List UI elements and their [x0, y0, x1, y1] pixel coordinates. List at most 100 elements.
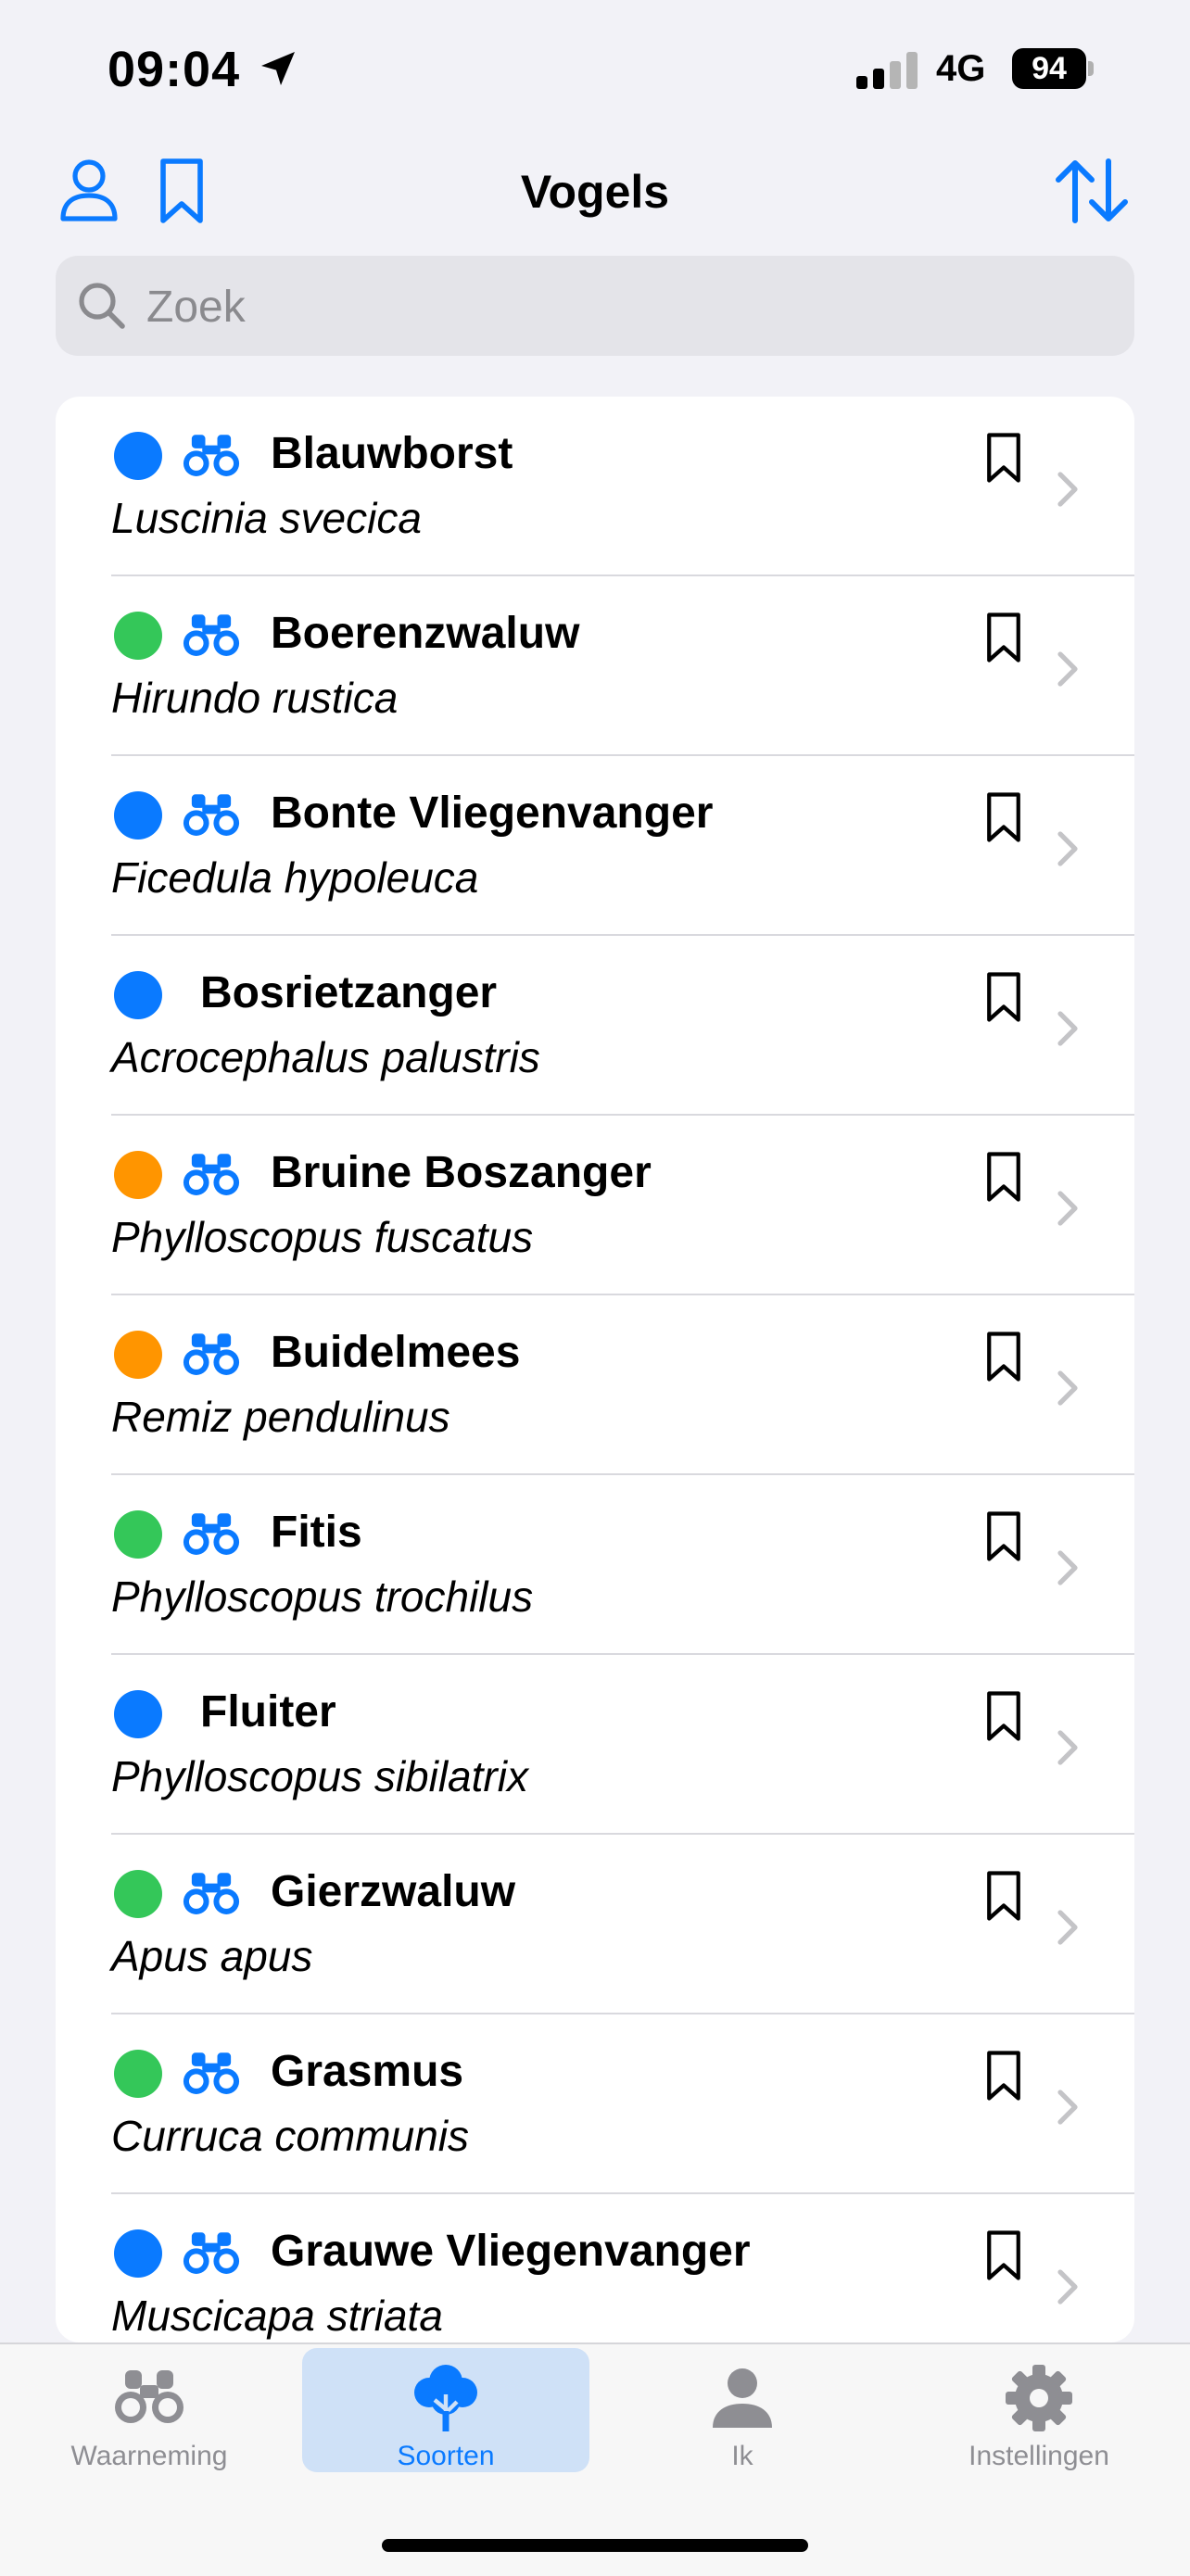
tab-label: Waarneming [70, 2441, 228, 2471]
chevron-right-icon [1057, 1730, 1078, 1765]
species-common-name: Grasmus [271, 2047, 464, 2096]
status-dot [114, 1331, 162, 1379]
bookmark-icon[interactable] [984, 1870, 1023, 1922]
species-row[interactable]: Fitis Phylloscopus trochilus [56, 1475, 1134, 1655]
bookmark-icon[interactable] [984, 432, 1023, 484]
search-bar[interactable] [56, 256, 1134, 356]
binoculars-icon [183, 435, 240, 476]
species-row[interactable]: Bosrietzanger Acrocephalus palustris [56, 936, 1134, 1116]
binoculars-icon [183, 2052, 240, 2094]
tab-label: Ik [731, 2441, 753, 2471]
tab-soorten[interactable]: Soorten [302, 2348, 589, 2472]
binoculars-icon [115, 2370, 184, 2423]
species-row[interactable]: Blauwborst Luscinia svecica [56, 397, 1134, 576]
species-scientific-name: Remiz pendulinus [111, 1393, 450, 1441]
status-dot [114, 1690, 162, 1738]
tab-label: Instellingen [968, 2441, 1109, 2471]
gear-icon [1006, 2365, 1072, 2431]
binoculars-icon [183, 1513, 240, 1555]
status-dot [114, 2050, 162, 2098]
bookmark-icon[interactable] [984, 1690, 1023, 1742]
species-row[interactable]: Grauwe Vliegenvanger Muscicapa striata [56, 2194, 1134, 2342]
species-scientific-name: Luscinia svecica [111, 494, 422, 542]
species-list: Blauwborst Luscinia svecica Boerenzwaluw Hi… [56, 397, 1134, 2342]
signal-icon [856, 52, 918, 89]
status-dot [114, 432, 162, 480]
location-arrow-icon [261, 52, 295, 85]
species-scientific-name: Phylloscopus fuscatus [111, 1213, 534, 1261]
page-title: Vogels [520, 166, 670, 218]
status-dot [114, 971, 162, 1019]
chevron-right-icon [1057, 1370, 1078, 1406]
tab-instellingen[interactable]: Instellingen [895, 2348, 1183, 2472]
bookmark-icon[interactable] [984, 2050, 1023, 2102]
status-dot [114, 1151, 162, 1199]
species-row[interactable]: Fluiter Phylloscopus sibilatrix [56, 1655, 1134, 1835]
bookmark-icon[interactable] [984, 971, 1023, 1023]
species-row[interactable]: Buidelmees Remiz pendulinus [56, 1295, 1134, 1475]
species-scientific-name: Apus apus [111, 1932, 313, 1980]
search-input[interactable] [145, 274, 1112, 339]
binoculars-icon [183, 2232, 240, 2274]
species-row[interactable]: Boerenzwaluw Hirundo rustica [56, 576, 1134, 756]
species-row[interactable]: Gierzwaluw Apus apus [56, 1835, 1134, 2014]
tab-ik[interactable]: Ik [599, 2348, 886, 2472]
network-type: 4G [936, 48, 986, 89]
battery-icon: 94 [1012, 48, 1094, 89]
binoculars-icon [183, 1333, 240, 1375]
species-common-name: Boerenzwaluw [271, 609, 580, 658]
bookmark-icon[interactable] [984, 1151, 1023, 1203]
chevron-right-icon [1057, 831, 1078, 866]
status-bar: 09:04 4G 94 [0, 0, 1190, 139]
species-common-name: Fitis [271, 1508, 362, 1557]
species-common-name: Bosrietzanger [200, 968, 498, 1017]
species-common-name: Blauwborst [271, 429, 513, 478]
species-scientific-name: Muscicapa striata [111, 2292, 443, 2340]
species-scientific-name: Phylloscopus sibilatrix [111, 1752, 528, 1800]
status-dot [114, 1510, 162, 1559]
tree-icon [414, 2365, 477, 2431]
species-scientific-name: Acrocephalus palustris [111, 1033, 540, 1081]
binoculars-icon [183, 614, 240, 656]
bookmark-icon[interactable] [984, 1510, 1023, 1562]
chevron-right-icon [1057, 1011, 1078, 1046]
species-row[interactable]: Bonte Vliegenvanger Ficedula hypoleuca [56, 756, 1134, 936]
chevron-right-icon [1057, 472, 1078, 507]
species-row[interactable]: Bruine Boszanger Phylloscopus fuscatus [56, 1116, 1134, 1295]
species-common-name: Bruine Boszanger [271, 1148, 652, 1197]
species-common-name: Grauwe Vliegenvanger [271, 2227, 751, 2276]
tab-waarneming[interactable]: Waarneming [6, 2348, 293, 2472]
binoculars-icon [183, 794, 240, 836]
status-dot [114, 1870, 162, 1918]
tab-label: Soorten [397, 2441, 495, 2471]
species-common-name: Buidelmees [271, 1328, 521, 1377]
bookmark-icon[interactable] [984, 791, 1023, 843]
chevron-right-icon [1057, 651, 1078, 687]
binoculars-icon [183, 1873, 240, 1914]
battery-level: 94 [1012, 48, 1086, 89]
chevron-right-icon [1057, 2269, 1078, 2305]
status-dot [114, 2229, 162, 2278]
bookmark-icon[interactable] [984, 2229, 1023, 2281]
species-scientific-name: Ficedula hypoleuca [111, 853, 479, 902]
person-icon [713, 2368, 772, 2428]
species-scientific-name: Phylloscopus trochilus [111, 1572, 534, 1621]
bookmark-icon[interactable] [984, 1331, 1023, 1383]
chevron-right-icon [1057, 2090, 1078, 2125]
species-row[interactable]: Grasmus Curruca communis [56, 2014, 1134, 2194]
status-time: 09:04 [108, 42, 241, 97]
chevron-right-icon [1057, 1910, 1078, 1945]
bookmark-icon[interactable] [984, 612, 1023, 663]
species-scientific-name: Hirundo rustica [111, 674, 399, 722]
search-icon [79, 283, 125, 329]
species-common-name: Fluiter [200, 1687, 336, 1736]
binoculars-icon [183, 1154, 240, 1195]
home-indicator [382, 2539, 808, 2552]
status-dot [114, 791, 162, 840]
sort-icon[interactable] [1055, 158, 1129, 224]
status-dot [114, 612, 162, 660]
chevron-right-icon [1057, 1191, 1078, 1226]
species-scientific-name: Curruca communis [111, 2112, 469, 2160]
chevron-right-icon [1057, 1550, 1078, 1585]
species-common-name: Bonte Vliegenvanger [271, 789, 714, 838]
